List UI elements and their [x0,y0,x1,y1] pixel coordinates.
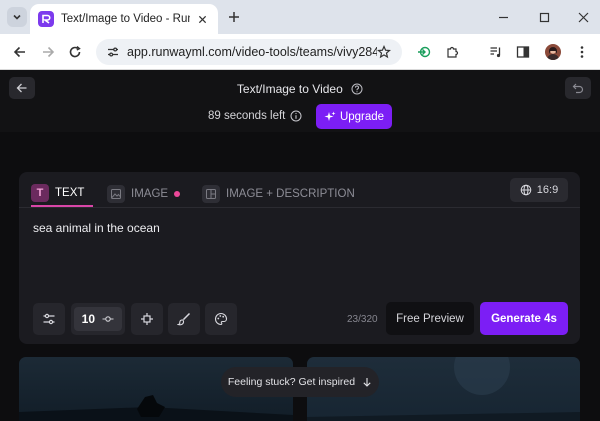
sync-extension-button[interactable] [412,40,436,64]
runway-favicon [38,11,54,27]
text-mode-icon: T [31,183,49,202]
browser-tab-runway[interactable]: Text/Image to Video - Runway [30,4,218,34]
input-mode-tabs: T TEXT IMAGE IMAGE + DESCRIPTION 16:9 [19,172,580,208]
new-tab-button[interactable] [224,7,244,27]
settings-button[interactable] [33,303,65,335]
star-icon [377,45,391,59]
crop-rotate-icon [141,313,153,325]
minimize-button[interactable] [492,6,514,28]
back-button[interactable] [8,40,32,64]
sparkle-icon [324,111,336,121]
tab-text[interactable]: T TEXT [31,180,93,207]
minimize-icon [498,16,508,18]
maximize-button[interactable] [533,6,555,28]
arrow-down-icon [363,378,371,387]
palette-icon [215,312,228,326]
aspect-ratio-button[interactable]: 16:9 [510,178,568,202]
kebab-menu-icon [580,46,584,58]
motion-brush-button[interactable] [168,303,200,335]
runway-app: Text/Image to Video 89 seconds left Upgr… [0,70,600,421]
profile-avatar[interactable] [545,44,561,60]
app-header: Text/Image to Video 89 seconds left Upgr… [0,70,600,132]
browser-tabstrip: Text/Image to Video - Runway [0,0,600,34]
free-preview-button[interactable]: Free Preview [386,302,474,335]
extensions-button[interactable] [440,40,464,64]
help-icon[interactable] [351,83,363,95]
style-button[interactable] [205,303,237,335]
reload-icon [69,45,81,58]
get-inspired-label: Feeling stuck? Get inspired [227,376,356,388]
close-icon [198,15,206,23]
maximize-icon [539,12,549,22]
close-icon [578,12,588,22]
browser-menu-button[interactable] [570,40,594,64]
prompt-textarea[interactable]: sea animal in the ocean [33,221,160,235]
address-bar[interactable]: app.runwayml.com/video-tools/teams/vivy2… [96,39,402,65]
side-panel-button[interactable] [511,40,535,64]
layout-icon [202,184,220,203]
tab-search-button[interactable] [7,7,27,27]
duration-control[interactable]: 10 [71,303,125,335]
character-count: 23/320 [347,314,378,325]
browser-toolbar: app.runwayml.com/video-tools/teams/vivy2… [0,34,600,70]
tab-image[interactable]: IMAGE [107,180,181,207]
site-info-icon[interactable] [104,43,122,61]
get-inspired-button[interactable]: Feeling stuck? Get inspired [221,367,379,397]
tab-text-label: TEXT [55,186,85,199]
generation-panel: T TEXT IMAGE IMAGE + DESCRIPTION 16:9 se… [19,172,580,344]
reload-button[interactable] [63,40,87,64]
close-window-button[interactable] [572,6,594,28]
upgrade-label: Upgrade [339,110,385,123]
undo-button[interactable] [565,77,591,99]
forward-button[interactable] [36,40,60,64]
aspect-ratio-value: 16:9 [536,184,559,196]
time-left-text: 89 seconds left [208,110,286,122]
arrow-left-icon [13,46,25,58]
upgrade-button[interactable]: Upgrade [316,104,392,129]
credits-timer: 89 seconds left [208,110,302,122]
sign-in-icon [418,46,431,58]
page-title-text: Text/Image to Video [236,81,343,96]
url-text: app.runwayml.com/video-tools/teams/vivy2… [127,45,377,59]
plus-icon [229,12,239,22]
duration-value: 10 [81,312,96,326]
arrow-right-icon [43,46,55,58]
chevron-down-icon [13,14,21,20]
globe-icon [520,184,532,196]
image-icon [107,184,125,203]
tab-image-label: IMAGE [131,187,169,200]
media-control-button[interactable] [484,40,508,64]
slider-handle-icon [102,316,114,322]
info-icon[interactable] [290,110,302,122]
generate-button[interactable]: Generate 4s [480,302,568,335]
tab-image-description[interactable]: IMAGE + DESCRIPTION [202,180,355,207]
tab-image-description-label: IMAGE + DESCRIPTION [226,187,355,200]
duration-stepper[interactable]: 10 [74,307,122,331]
side-panel-icon [516,46,530,58]
puzzle-icon [447,46,459,58]
close-tab-button[interactable] [194,11,210,27]
new-indicator-dot [174,190,181,197]
page-title: Text/Image to Video [0,81,600,96]
bookmark-button[interactable] [372,40,396,64]
sliders-icon [43,313,55,325]
tab-title: Text/Image to Video - Runway [61,13,190,25]
brush-icon [177,312,191,326]
playlist-icon [490,47,501,58]
undo-icon [572,83,584,94]
camera-motion-button[interactable] [131,303,163,335]
